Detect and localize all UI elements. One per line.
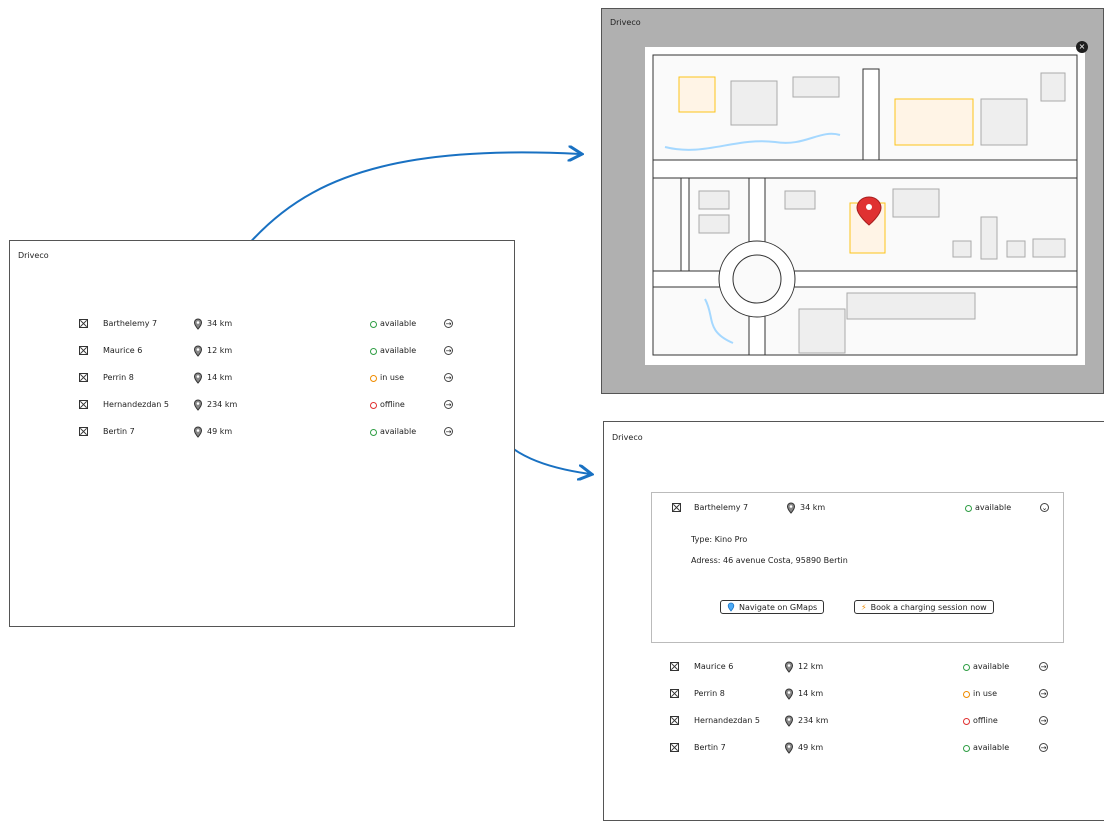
checkbox[interactable] [79, 427, 88, 436]
location-icon [784, 715, 794, 727]
location-icon [193, 318, 203, 330]
station-row[interactable]: Perrin 8 14 km in use → [670, 685, 1051, 705]
location-icon [193, 345, 203, 357]
checkbox[interactable] [670, 662, 679, 671]
status-dot [370, 374, 377, 382]
station-row[interactable]: Bertin 7 49 km available → [670, 739, 1051, 759]
app-title: Driveco [610, 18, 641, 27]
checkbox[interactable] [79, 373, 88, 382]
status-dot [370, 401, 377, 409]
status-dot [370, 320, 377, 328]
status-dot [963, 690, 970, 698]
chevron-right-icon[interactable]: → [444, 346, 453, 355]
chevron-right-icon[interactable]: → [1039, 662, 1048, 671]
location-icon [784, 742, 794, 754]
chevron-right-icon[interactable]: → [444, 319, 453, 328]
status-badge: available [370, 423, 416, 441]
app-title: Driveco [612, 433, 643, 442]
book-session-button[interactable]: ⚡ Book a charging session now [854, 600, 994, 614]
chevron-right-icon[interactable]: → [444, 427, 453, 436]
distance: 34 km [786, 499, 825, 517]
station-name: Bertin 7 [694, 743, 726, 752]
status-badge: in use [370, 369, 404, 387]
location-icon [786, 502, 796, 514]
station-name: Maurice 6 [103, 346, 143, 355]
status-dot [963, 744, 970, 752]
location-icon [193, 426, 203, 438]
station-row[interactable]: Maurice 6 12 km available → [670, 658, 1051, 678]
chevron-right-icon[interactable]: → [444, 400, 453, 409]
distance: 49 km [193, 423, 232, 441]
expanded-row[interactable]: Barthelemy 7 34 km available ⌄ [672, 499, 1052, 519]
chevron-right-icon[interactable]: → [1039, 689, 1048, 698]
status-badge: available [963, 739, 1009, 757]
distance: 14 km [784, 685, 823, 703]
map-pin-icon [727, 602, 735, 612]
status-badge: available [370, 342, 416, 360]
station-row[interactable]: Maurice 6 12 km available → [79, 342, 456, 362]
chevron-right-icon[interactable]: → [1039, 743, 1048, 752]
status-badge: available [963, 658, 1009, 676]
location-icon [193, 399, 203, 411]
navigate-button[interactable]: Navigate on GMaps [720, 600, 825, 614]
station-name: Barthelemy 7 [694, 503, 749, 512]
status-dot [965, 504, 972, 512]
close-icon[interactable]: × [1076, 41, 1088, 53]
status-badge: offline [963, 712, 998, 730]
distance: 14 km [193, 369, 232, 387]
status-dot [370, 428, 377, 436]
checkbox[interactable] [670, 689, 679, 698]
list-frame: Driveco Barthelemy 7 34 km available → Mauri… [9, 240, 515, 627]
bolt-icon: ⚡ [861, 602, 867, 612]
checkbox[interactable] [79, 346, 88, 355]
station-name: Hernandezdan 5 [103, 400, 170, 409]
station-name: Perrin 8 [103, 373, 134, 382]
chevron-right-icon[interactable]: → [444, 373, 453, 382]
station-name: Maurice 6 [694, 662, 734, 671]
map-view[interactable] [645, 47, 1085, 365]
distance: 34 km [193, 315, 232, 333]
status-badge: available [965, 499, 1011, 517]
status-badge: available [370, 315, 416, 333]
distance: 234 km [193, 396, 237, 414]
station-type: Type: Kino Pro [691, 535, 748, 544]
status-dot [963, 663, 970, 671]
checkbox[interactable] [672, 503, 681, 512]
station-name: Perrin 8 [694, 689, 725, 698]
distance: 234 km [784, 712, 828, 730]
station-name: Barthelemy 7 [103, 319, 158, 328]
distance: 49 km [784, 739, 823, 757]
status-dot [370, 347, 377, 355]
app-title: Driveco [18, 251, 49, 260]
status-badge: offline [370, 396, 405, 414]
expanded-card: Barthelemy 7 34 km available ⌄ Type: Kin… [651, 492, 1064, 643]
chevron-down-icon[interactable]: ⌄ [1040, 503, 1049, 512]
distance: 12 km [784, 658, 823, 676]
station-row[interactable]: Bertin 7 49 km available → [79, 423, 456, 443]
chevron-right-icon[interactable]: → [1039, 716, 1048, 725]
station-row[interactable]: Barthelemy 7 34 km available → [79, 315, 456, 335]
checkbox[interactable] [670, 716, 679, 725]
checkbox[interactable] [670, 743, 679, 752]
station-row[interactable]: Hernandezdan 5 234 km offline → [79, 396, 456, 416]
map-frame: Driveco × [601, 8, 1104, 394]
station-name: Bertin 7 [103, 427, 135, 436]
station-name: Hernandezdan 5 [694, 716, 761, 725]
map-illustration [652, 54, 1078, 356]
checkbox[interactable] [79, 319, 88, 328]
status-dot [963, 717, 970, 725]
station-address: Adress: 46 avenue Costa, 95890 Bertin [691, 556, 848, 565]
location-icon [784, 661, 794, 673]
distance: 12 km [193, 342, 232, 360]
location-icon [784, 688, 794, 700]
status-badge: in use [963, 685, 997, 703]
location-icon [193, 372, 203, 384]
detail-frame: Driveco Barthelemy 7 34 km available ⌄ T… [603, 421, 1104, 821]
checkbox[interactable] [79, 400, 88, 409]
station-row[interactable]: Perrin 8 14 km in use → [79, 369, 456, 389]
station-row[interactable]: Hernandezdan 5 234 km offline → [670, 712, 1051, 732]
